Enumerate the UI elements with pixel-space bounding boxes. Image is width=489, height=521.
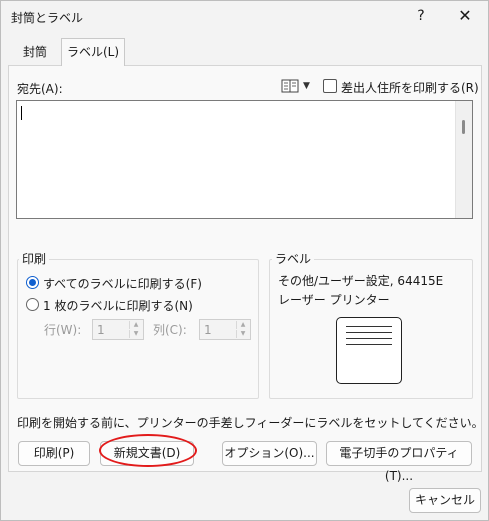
print-button[interactable]: 印刷(P) xyxy=(18,441,90,466)
column-spinner[interactable]: 1 ▲ ▼ xyxy=(199,319,251,340)
label-group-caption: ラベル xyxy=(272,250,315,267)
row-spinner[interactable]: 1 ▲ ▼ xyxy=(92,319,144,340)
label-preview[interactable] xyxy=(336,317,402,384)
dialog-title: 封筒とラベル xyxy=(11,11,84,25)
return-address-label: 差出人住所を印刷する(R) xyxy=(341,81,479,95)
spin-up-icon[interactable]: ▲ xyxy=(129,321,142,329)
text-caret xyxy=(21,106,22,120)
preview-line xyxy=(346,326,392,327)
address-label: 宛先(A): xyxy=(17,82,63,96)
return-address-checkbox[interactable] xyxy=(323,79,337,93)
row-label: 行(W): xyxy=(44,323,82,337)
scrollbar-thumb[interactable] xyxy=(462,120,465,134)
spin-down-icon[interactable]: ▼ xyxy=(236,330,249,338)
envelopes-and-labels-dialog: 封筒とラベル ? ✕ 封筒 ラベル(L) 宛先(A): ▼ 差出人住所を印刷する… xyxy=(0,0,489,521)
label-description[interactable]: その他/ユーザー設定, 64415E レーザー プリンター xyxy=(278,272,443,310)
postage-properties-button[interactable]: 電子切手のプロパティ(T)... xyxy=(326,441,472,483)
preview-line xyxy=(346,344,392,345)
column-value: 1 xyxy=(204,323,212,337)
spin-up-icon[interactable]: ▲ xyxy=(236,321,249,329)
cancel-button[interactable]: キャンセル xyxy=(409,488,481,513)
print-group-caption: 印刷 xyxy=(19,250,50,267)
options-button[interactable]: オプション(O)... xyxy=(222,441,317,466)
print-all-labels-radio[interactable] xyxy=(26,276,39,289)
address-scrollbar[interactable] xyxy=(455,101,472,218)
new-document-button[interactable]: 新規文書(D) xyxy=(100,441,194,466)
print-single-label-radio[interactable] xyxy=(26,298,39,311)
close-button[interactable]: ✕ xyxy=(450,3,480,29)
instruction-text: 印刷を開始する前に、プリンターの手差しフィーダーにラベルをセットしてください。 xyxy=(17,416,484,430)
title-bar: 封筒とラベル ? ✕ xyxy=(1,1,488,33)
preview-line xyxy=(346,332,392,333)
help-button[interactable]: ? xyxy=(408,3,434,29)
print-all-labels-label[interactable]: すべてのラベルに印刷する(F) xyxy=(43,275,202,292)
address-textarea[interactable] xyxy=(16,100,473,219)
tab-envelopes[interactable]: 封筒 xyxy=(11,41,59,65)
label-product-name: その他/ユーザー設定, 64415E xyxy=(278,274,444,288)
address-book-icon[interactable] xyxy=(281,79,299,93)
row-value: 1 xyxy=(97,323,105,337)
tab-labels[interactable]: ラベル(L) xyxy=(61,38,125,66)
label-printer-type: レーザー プリンター xyxy=(278,293,390,307)
column-label: 列(C): xyxy=(153,323,187,337)
spin-down-icon[interactable]: ▼ xyxy=(129,330,142,338)
print-single-label-label[interactable]: 1 枚のラベルに印刷する(N) xyxy=(43,297,193,314)
preview-line xyxy=(346,338,392,339)
chevron-down-icon[interactable]: ▼ xyxy=(303,81,310,91)
